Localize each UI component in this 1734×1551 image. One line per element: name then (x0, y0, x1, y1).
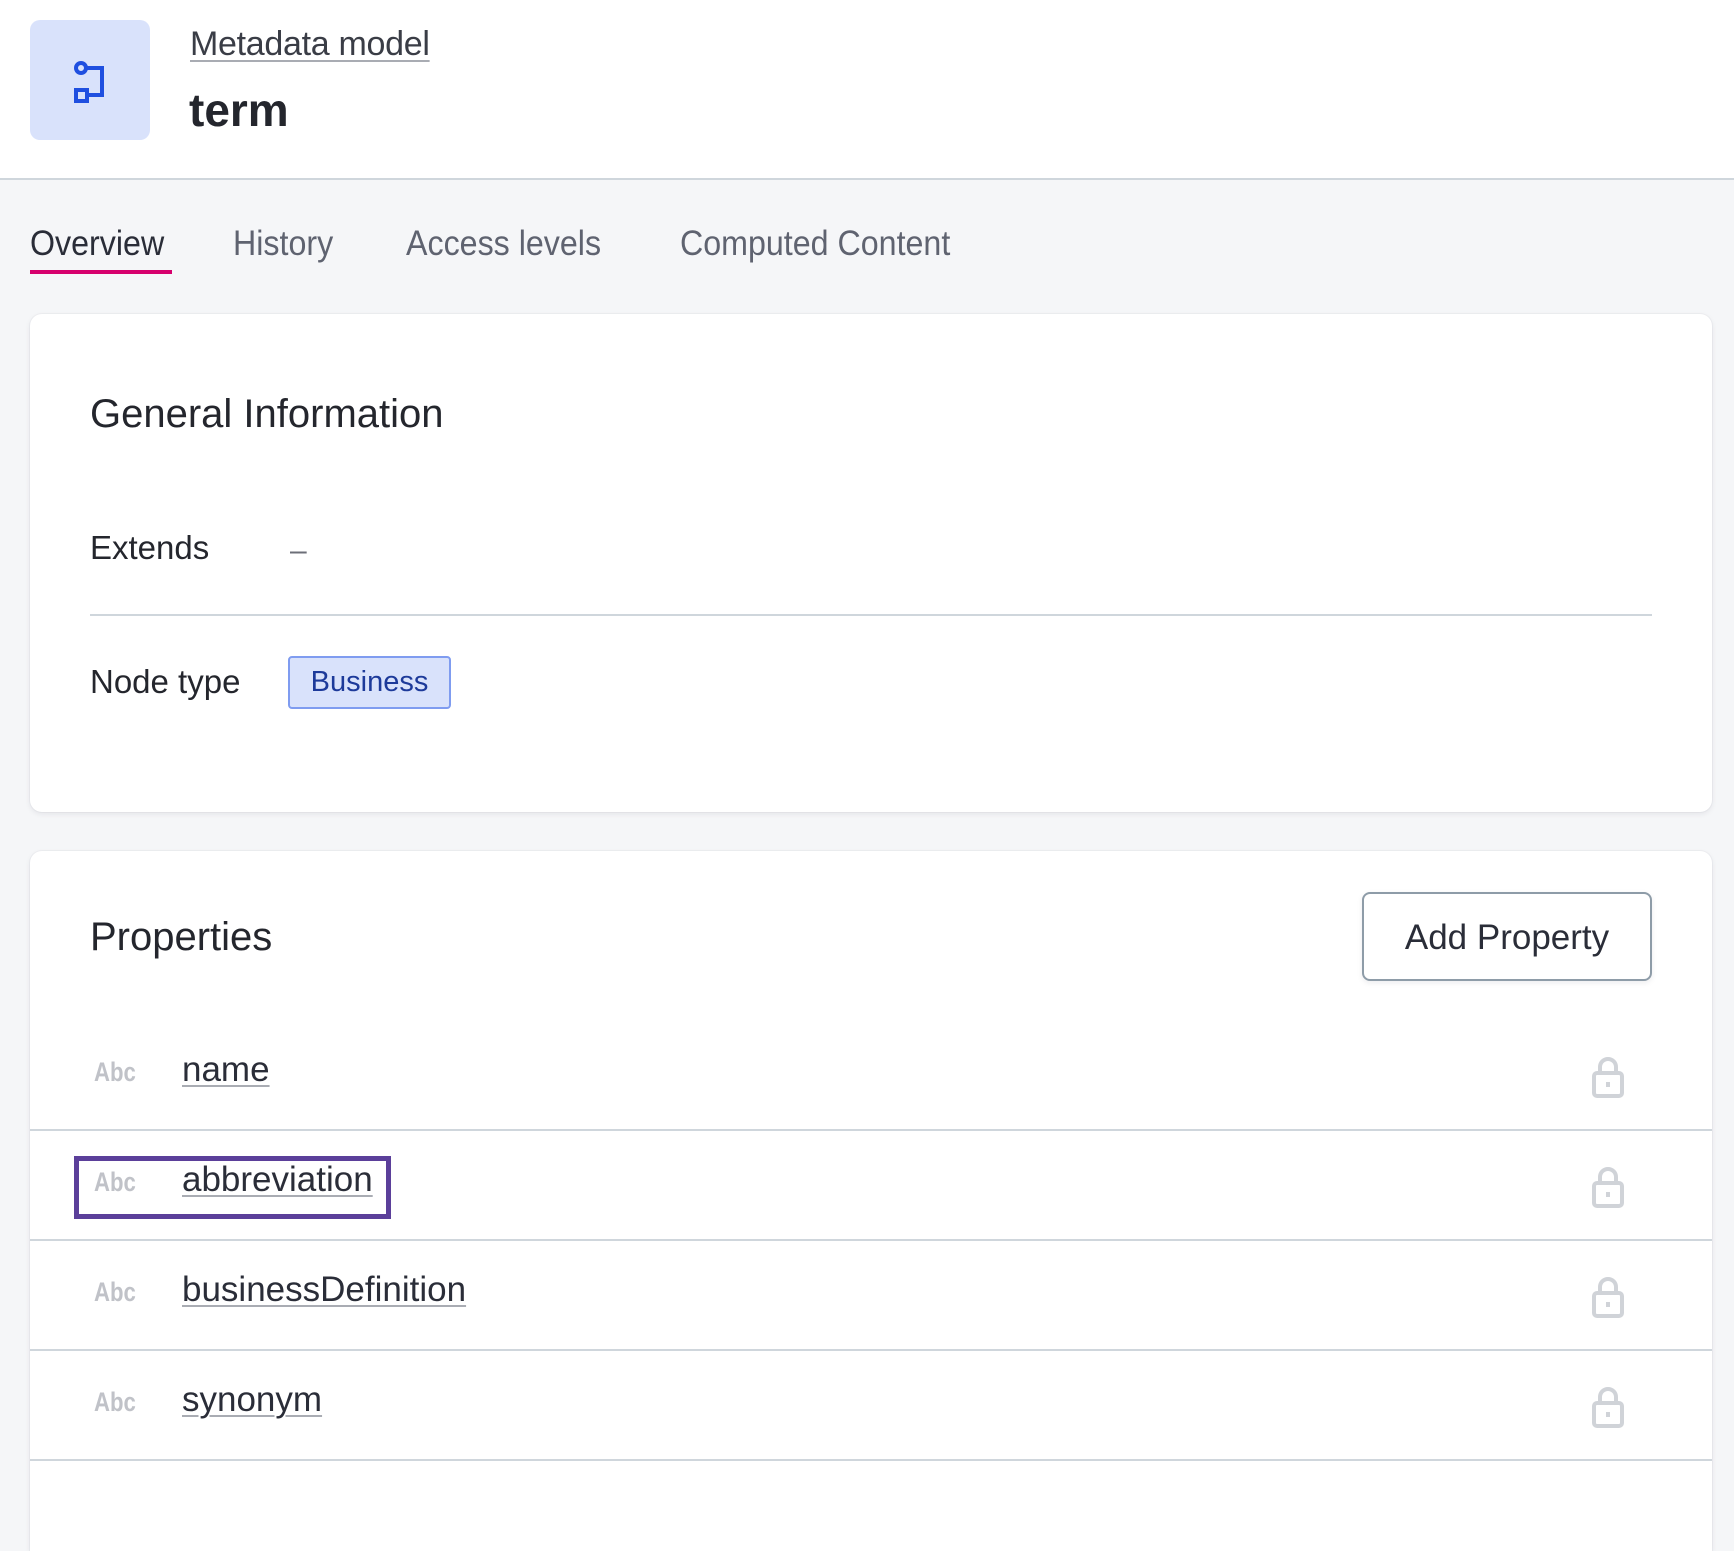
tab-overview[interactable]: Overview (30, 222, 164, 266)
properties-title: Properties (90, 915, 273, 959)
tab-access-levels[interactable]: Access levels (406, 222, 601, 266)
entity-icon-tile (30, 20, 150, 140)
tab-computed-content[interactable]: Computed Content (680, 222, 950, 266)
text-type-icon: Abc (94, 1167, 136, 1197)
extends-value: – (290, 534, 307, 567)
page-header: Metadata model term (0, 0, 1734, 180)
active-tab-indicator (30, 270, 172, 274)
lock-icon[interactable] (1591, 1275, 1625, 1319)
node-type-label: Node type (90, 663, 241, 700)
breadcrumb-metadata-model[interactable]: Metadata model (190, 24, 430, 64)
property-row[interactable]: Abc synonym (30, 1351, 1712, 1461)
text-type-icon: Abc (94, 1277, 136, 1307)
extends-label: Extends (90, 529, 210, 566)
general-information-card: General Information Extends – Node type … (30, 314, 1712, 812)
property-row[interactable]: Abc abbreviation (30, 1131, 1712, 1241)
page-title: term (189, 84, 289, 136)
text-type-icon: Abc (94, 1387, 136, 1417)
node-type-badge: Business (288, 656, 451, 709)
properties-card: Properties Add Property Abc name Abc abb… (30, 851, 1712, 1551)
divider (90, 614, 1652, 616)
property-row[interactable]: Abc businessDefinition (30, 1241, 1712, 1351)
property-name-link[interactable]: abbreviation (182, 1159, 373, 1201)
property-name-link[interactable]: businessDefinition (182, 1269, 466, 1311)
property-name-link[interactable]: name (182, 1049, 270, 1091)
lock-icon[interactable] (1591, 1055, 1625, 1099)
general-information-title: General Information (90, 392, 444, 436)
tab-history[interactable]: History (233, 222, 333, 266)
property-name-link[interactable]: synonym (182, 1379, 322, 1421)
metadata-model-icon (74, 61, 104, 103)
property-row[interactable]: Abc name (30, 1021, 1712, 1131)
text-type-icon: Abc (94, 1057, 136, 1087)
lock-icon[interactable] (1591, 1385, 1625, 1429)
add-property-button[interactable]: Add Property (1362, 892, 1652, 981)
lock-icon[interactable] (1591, 1165, 1625, 1209)
